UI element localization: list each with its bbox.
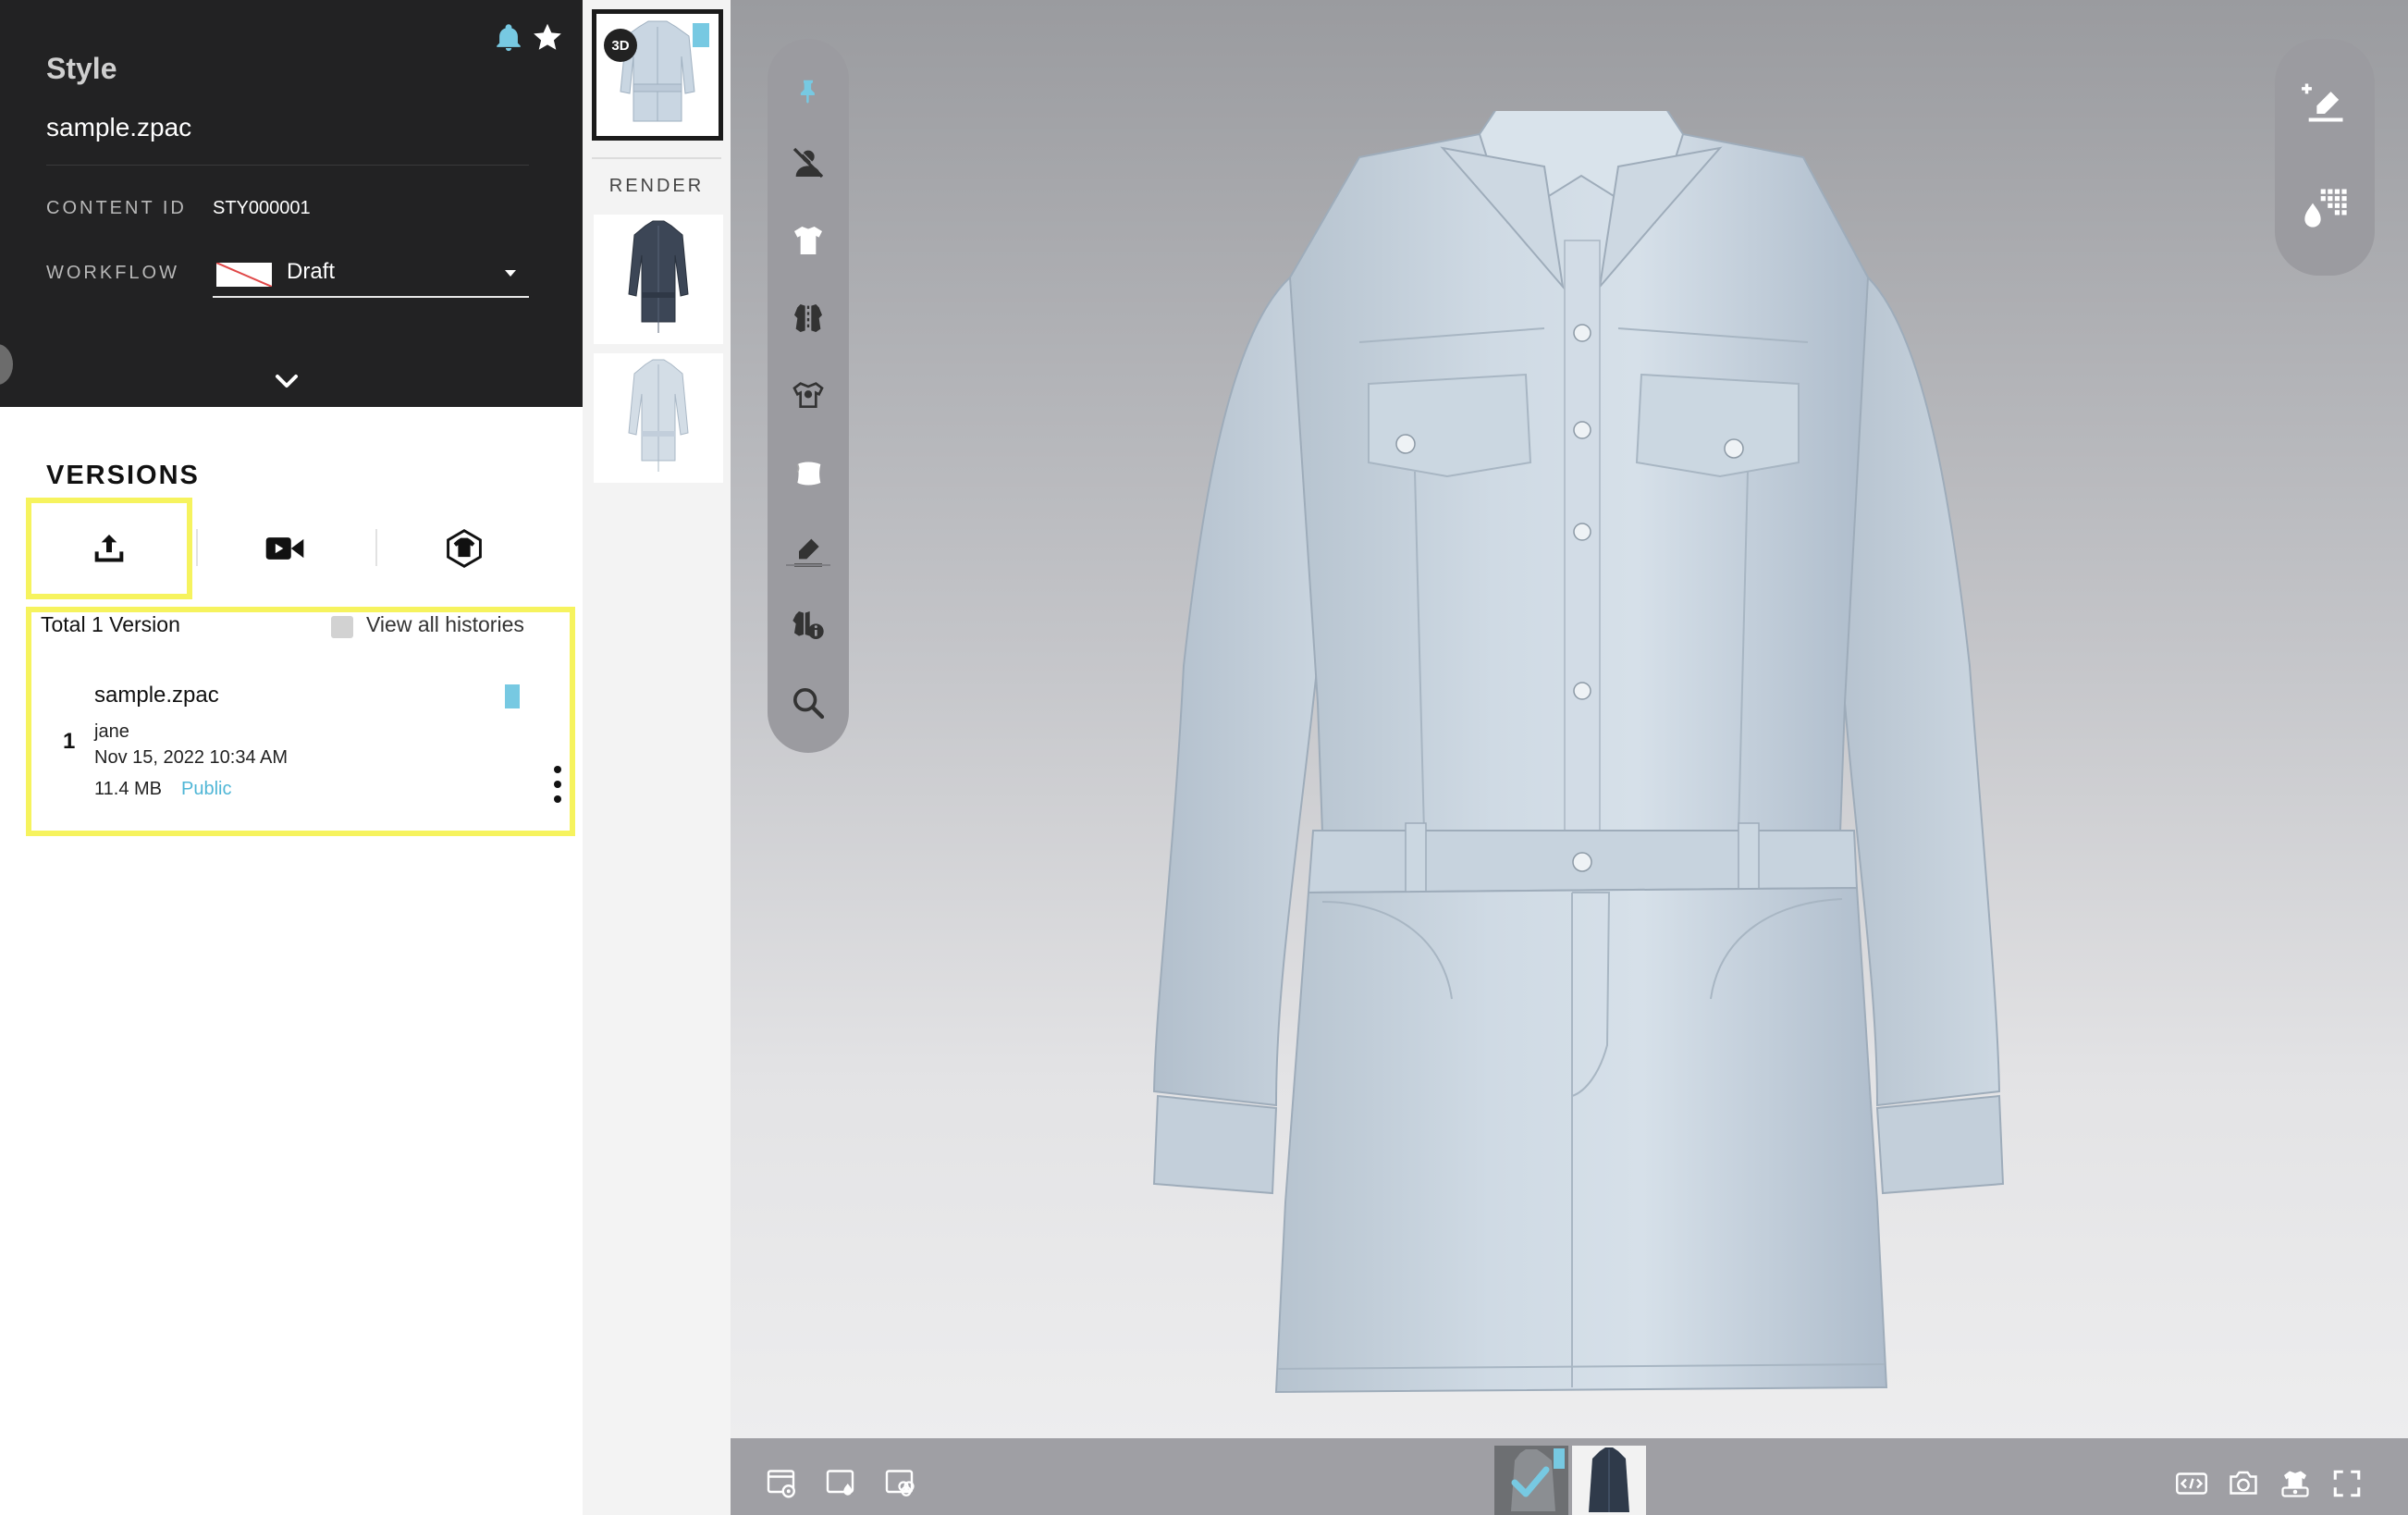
version-visibility: Public [181, 779, 232, 799]
toolbar-divider [786, 564, 830, 566]
bottom-toolbar [731, 1438, 2408, 1515]
color-palette-tool[interactable] [2295, 179, 2354, 239]
upload-version-tab[interactable] [26, 498, 192, 599]
upload-icon [91, 530, 128, 567]
video-icon [264, 534, 305, 563]
right-toolbar [2275, 39, 2375, 276]
colorway-thumb-navy [1572, 1446, 1646, 1515]
snapshot-button[interactable] [2225, 1467, 2262, 1504]
scene-settings-icon [766, 1467, 799, 1505]
star-icon[interactable] [531, 20, 564, 54]
fabric-tool[interactable] [780, 290, 836, 346]
garment-tool[interactable] [780, 213, 836, 268]
3d-garment-tab[interactable] [381, 498, 547, 599]
add-annotation-icon [2301, 78, 2349, 130]
version-date: Nov 15, 2022 10:34 AM [94, 747, 289, 768]
render-label: RENDER [608, 176, 705, 196]
bell-icon[interactable] [493, 22, 524, 54]
fabric-sheet-tool[interactable] [780, 446, 836, 501]
total-versions-label: Total 1 Version [41, 612, 180, 636]
color-palette-icon [2301, 183, 2349, 236]
content-id-label: CONTENT ID [46, 198, 187, 218]
scene-settings-button[interactable] [764, 1467, 801, 1504]
pin-tool[interactable] [780, 63, 836, 118]
workflow-label: WORKFLOW [46, 263, 179, 283]
3d-garment-icon [444, 528, 485, 569]
add-annotation-tool[interactable] [2295, 74, 2354, 133]
annotation-tool[interactable] [780, 523, 836, 579]
style-header: Style sample.zpac CONTENT ID STY000001 W… [0, 0, 583, 407]
search-icon [790, 684, 827, 721]
workflow-value: Draft [287, 259, 336, 284]
version-number: 1 [63, 729, 76, 754]
chevron-down-icon[interactable] [270, 370, 303, 394]
left-panel: Style sample.zpac CONTENT ID STY000001 W… [0, 0, 583, 1515]
denim-dress-illustration [1152, 105, 2005, 1394]
view-all-histories-checkbox[interactable] [331, 616, 353, 638]
embed-icon [2175, 1467, 2208, 1505]
view-all-histories-label[interactable]: View all histories [366, 612, 524, 637]
zoom-tool[interactable] [780, 675, 836, 731]
colorway-thumbnail-dark[interactable] [1572, 1446, 1646, 1515]
trim-icon [790, 377, 827, 414]
colorway-info-icon [790, 607, 827, 644]
tab-divider [375, 529, 377, 566]
version-user: jane [94, 721, 129, 742]
version-filename[interactable]: sample.zpac [94, 683, 219, 708]
colorway-info-tool[interactable] [780, 597, 836, 653]
more-options-icon[interactable] [553, 764, 562, 805]
fullscreen-icon [2331, 1468, 2363, 1504]
colorway-flag-icon [1554, 1448, 1565, 1469]
versions-heading: VERSIONS [46, 461, 200, 490]
thumbnail-strip: 3D RENDER [583, 0, 731, 1515]
thumbnail-flag-icon [693, 23, 709, 47]
header-divider [46, 165, 529, 166]
colorway-icon [884, 1467, 917, 1505]
garment-icon [790, 222, 827, 259]
fabric-sheet-icon [790, 455, 827, 492]
turntable-icon [2279, 1467, 2312, 1505]
render-thumbnail-dark[interactable] [594, 215, 723, 344]
turntable-button[interactable] [2277, 1467, 2314, 1504]
fullscreen-button[interactable] [2328, 1467, 2365, 1504]
3d-badge: 3D [604, 29, 637, 62]
snapshot-icon [2227, 1467, 2260, 1505]
garment-render-light [628, 359, 689, 472]
pin-icon [794, 77, 822, 105]
left-toolbar [768, 39, 849, 753]
thumbnail-divider [592, 157, 721, 159]
caret-down-icon [505, 270, 516, 277]
thumbnail-3d[interactable]: 3D [592, 9, 723, 141]
content-id-value: STY000001 [213, 198, 311, 218]
render-thumbnail-light[interactable] [594, 353, 723, 483]
panel-collapse-handle[interactable] [0, 344, 13, 385]
style-heading: Style [46, 52, 117, 85]
material-button[interactable] [823, 1467, 860, 1504]
colorway-button[interactable] [882, 1467, 919, 1504]
trim-tool[interactable] [780, 368, 836, 424]
garment-3d-model[interactable] [1137, 105, 2025, 1406]
material-icon [825, 1467, 858, 1505]
version-size: 11.4 MB [94, 779, 162, 799]
tab-divider [196, 529, 198, 566]
workflow-select[interactable]: Draft [213, 252, 529, 298]
app-root: { "style_panel": { "heading": "Style", "… [0, 0, 2408, 1515]
fabric-icon [790, 300, 827, 337]
embed-button[interactable] [2173, 1467, 2210, 1504]
version-flag-icon [505, 684, 520, 712]
video-tab[interactable] [202, 498, 368, 599]
garment-render-dark [628, 220, 689, 333]
style-filename: sample.zpac [46, 113, 192, 142]
avatar-hide-tool[interactable] [780, 135, 836, 191]
avatar-hide-icon [790, 144, 827, 181]
workflow-status-swatch [216, 263, 272, 287]
